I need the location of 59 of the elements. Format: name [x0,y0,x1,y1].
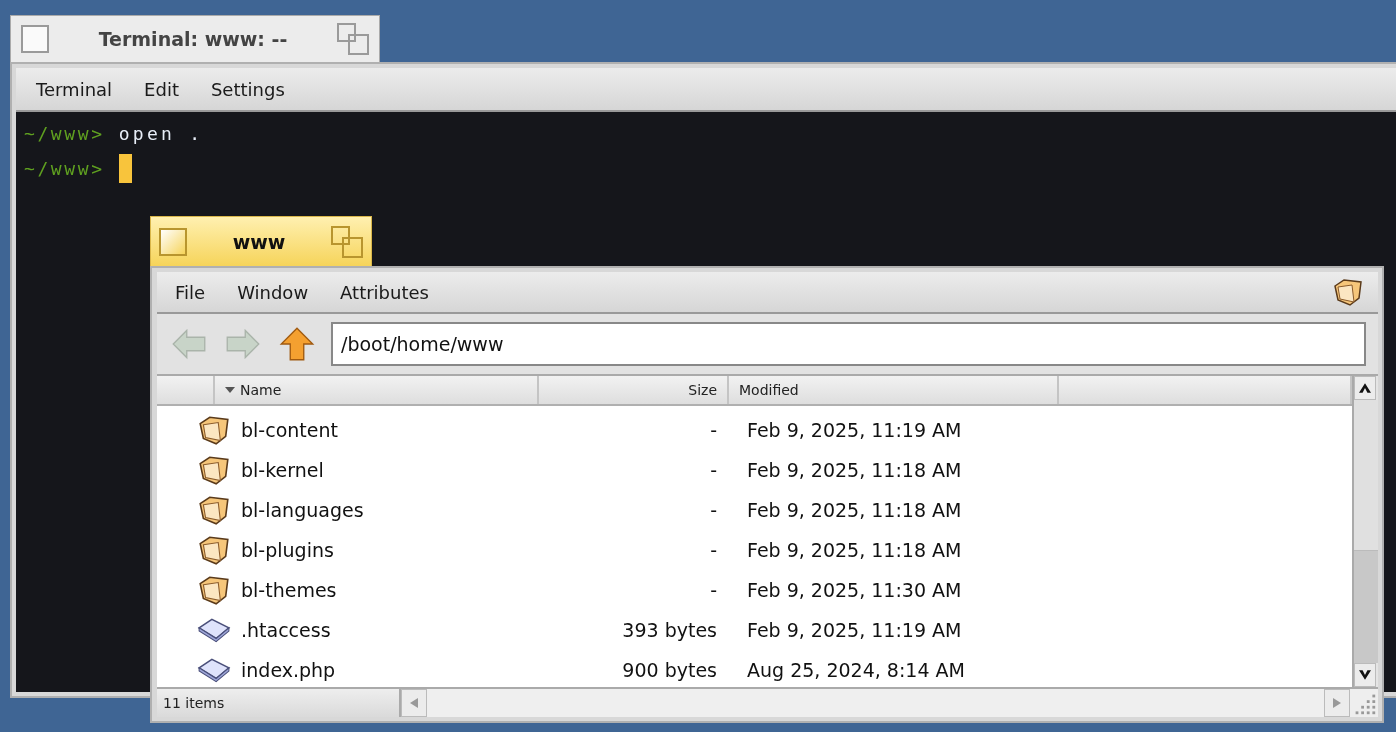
file-name[interactable]: index.php [237,659,537,681]
menu-item[interactable]: File [175,281,206,303]
scroll-left-button[interactable] [401,689,427,717]
left-caret-icon [410,698,418,708]
up-caret-icon [1359,383,1371,393]
modified-date: Feb 9, 2025, 11:18 AM [746,539,963,561]
file-name[interactable]: bl-kernel [237,459,537,481]
column-header[interactable]: Modified [729,376,1059,404]
vertical-scrollbar[interactable] [1352,376,1378,687]
folder-icon[interactable] [1332,276,1364,308]
file-name[interactable]: bl-themes [237,579,537,601]
column-header[interactable]: Size [539,376,729,404]
item-count: 11 items [157,689,401,717]
close-box[interactable] [159,227,187,256]
modified-date: Aug 25, 2024, 8:14 AM [746,659,966,681]
file-name[interactable]: .htaccess [237,619,537,641]
window-tab[interactable]: www [150,216,372,266]
up-arrow-icon [279,326,315,362]
column-header[interactable]: Name [215,376,539,404]
window-tab[interactable]: Terminal: www: -- [10,15,380,62]
menu-item[interactable]: Window [237,281,309,303]
zoom-icon[interactable] [337,23,369,55]
window-title: www [231,230,287,253]
modified-date: Feb 9, 2025, 11:18 AM [746,499,963,521]
folder-icon [197,453,231,487]
folder-icon [197,493,231,527]
folder-icon [197,533,231,567]
right-caret-icon [1333,698,1341,708]
file-size: - [709,459,718,481]
file-size: 900 bytes [621,659,718,681]
prompt: ~/www> [24,123,105,144]
file-name[interactable]: bl-languages [237,499,537,521]
file-size: - [709,419,718,441]
close-box[interactable] [21,25,49,53]
folder-icon [197,413,231,447]
down-caret-icon [1359,670,1371,680]
menu-item[interactable]: Attributes [340,281,429,303]
file-size: - [709,539,718,561]
modified-date: Feb 9, 2025, 11:18 AM [746,459,963,481]
scroll-up-button[interactable] [1354,376,1376,400]
folder-icon [197,573,231,607]
scroll-down-button[interactable] [1354,663,1376,687]
file-name[interactable]: bl-plugins [237,539,537,561]
file-size: - [709,579,718,601]
modified-date: Feb 9, 2025, 11:19 AM [746,419,963,441]
modified-date: Feb 9, 2025, 11:30 AM [746,579,963,601]
file-size: - [709,499,718,521]
menu-item[interactable]: Terminal [36,78,113,100]
window-title: Terminal: www: -- [97,28,289,50]
modified-date: Feb 9, 2025, 11:19 AM [746,619,963,641]
prompt: ~/www> [24,158,105,179]
file-size: 393 bytes [621,619,718,641]
menu-item[interactable]: Edit [144,78,179,100]
sort-icon [225,387,235,393]
path-field[interactable]: /boot/home/www [331,322,1366,366]
command-text: open . [118,123,204,144]
menu-item[interactable]: Settings [210,78,285,100]
zoom-icon[interactable] [331,225,363,258]
file-name[interactable]: bl-content [237,419,537,441]
